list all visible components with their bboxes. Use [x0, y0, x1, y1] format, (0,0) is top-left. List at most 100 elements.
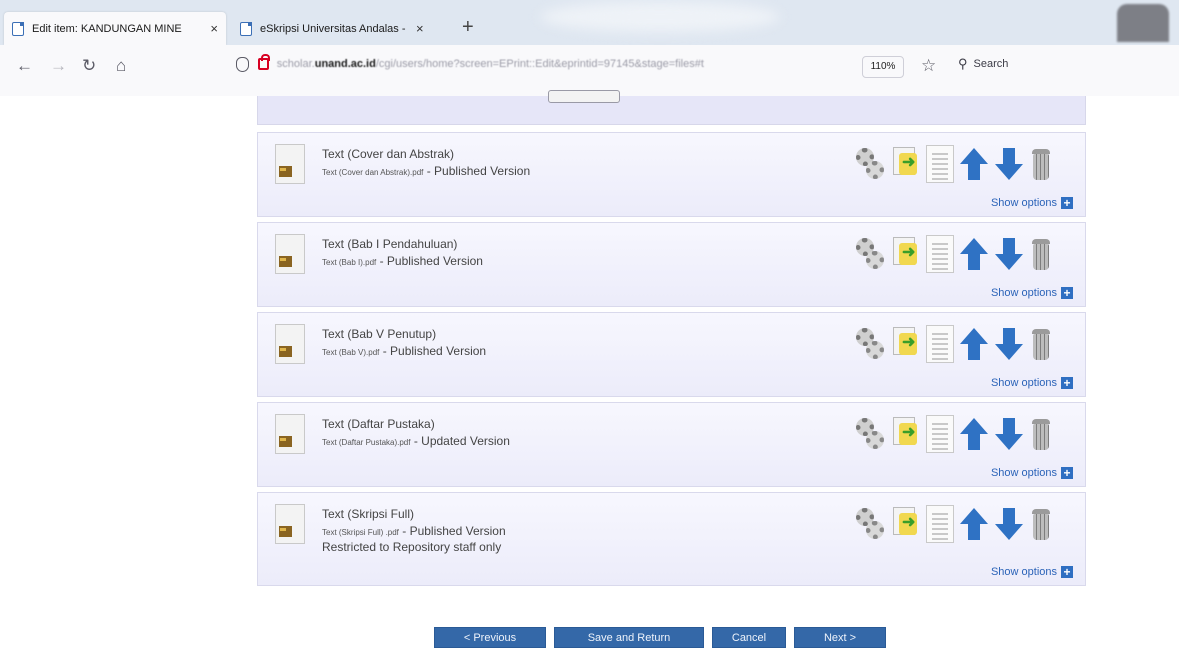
- file-info: Text (Cover dan Abstrak).pdf - Published…: [322, 164, 530, 178]
- trash-icon[interactable]: [1029, 325, 1053, 363]
- show-options-link[interactable]: Show options +: [991, 377, 1073, 389]
- previous-button[interactable]: < Previous: [434, 627, 546, 648]
- tab-eskripsi[interactable]: eSkripsi Universitas Andalas - ×: [232, 12, 448, 45]
- convert-icon[interactable]: ➜: [891, 415, 921, 453]
- close-icon[interactable]: ×: [416, 21, 424, 36]
- address-bar[interactable]: scholar.unand.ac.id/cgi/users/home?scree…: [224, 49, 860, 79]
- page-content: Text (Cover dan Abstrak) Text (Cover dan …: [0, 90, 1179, 648]
- file-actions: ➜: [854, 234, 1058, 274]
- back-arrow-icon[interactable]: ←: [16, 56, 33, 76]
- trash-icon[interactable]: [1029, 145, 1053, 183]
- arrow-down-icon[interactable]: [994, 505, 1024, 543]
- document-thumbnail-icon[interactable]: [275, 324, 305, 364]
- document-thumbnail-icon[interactable]: [275, 234, 305, 274]
- arrow-up-icon[interactable]: [959, 415, 989, 453]
- file-version: - Published Version: [379, 344, 487, 358]
- file-actions: ➜: [854, 324, 1058, 364]
- close-icon[interactable]: ×: [210, 21, 218, 36]
- plus-icon: +: [1061, 287, 1073, 299]
- file-panel: Text (Bab I Pendahuluan) Text (Bab I).pdf…: [257, 222, 1086, 307]
- url-domain: unand.ac.id: [314, 58, 376, 70]
- file-name-link[interactable]: Text (Bab V).pdf: [322, 348, 379, 357]
- arrow-up-icon[interactable]: [959, 235, 989, 273]
- insecure-lock-icon[interactable]: [257, 54, 270, 70]
- show-options-label: Show options: [990, 467, 1057, 479]
- profile-avatar[interactable]: [1117, 4, 1169, 42]
- arrow-up-icon[interactable]: [959, 505, 989, 543]
- convert-icon[interactable]: ➜: [891, 325, 921, 363]
- file-title: Text (Bab V Penutup): [322, 327, 437, 341]
- forward-arrow-icon[interactable]: →: [50, 56, 67, 76]
- zoom-indicator[interactable]: 110%: [862, 56, 904, 78]
- gear-icon[interactable]: [854, 325, 886, 363]
- file-name-link[interactable]: Text (Daftar Pustaka).pdf: [322, 438, 410, 447]
- file-version: - Published Version: [423, 164, 531, 178]
- details-document-icon[interactable]: [926, 145, 954, 183]
- bookmark-star-icon[interactable]: ☆: [921, 56, 936, 76]
- details-document-icon[interactable]: [926, 235, 954, 273]
- trash-icon[interactable]: [1029, 415, 1053, 453]
- page-icon: [240, 21, 252, 36]
- gear-icon[interactable]: [854, 235, 886, 273]
- details-document-icon[interactable]: [926, 415, 954, 453]
- arrow-down-icon[interactable]: [994, 235, 1024, 273]
- arrow-up-icon[interactable]: [959, 325, 989, 363]
- arrow-down-icon[interactable]: [994, 415, 1024, 453]
- arrow-down-icon[interactable]: [994, 145, 1024, 183]
- trash-icon[interactable]: [1029, 235, 1053, 273]
- convert-icon[interactable]: ➜: [891, 505, 921, 543]
- search-icon: ⚲: [958, 56, 968, 71]
- arrow-up-icon[interactable]: [959, 145, 989, 183]
- file-info: Text (Skripsi Full) .pdf - Published Ver…: [322, 524, 506, 538]
- details-document-icon[interactable]: [926, 505, 954, 543]
- details-document-icon[interactable]: [926, 325, 954, 363]
- new-tab-button[interactable]: +: [462, 17, 474, 37]
- file-info: Text (Bab V).pdf - Published Version: [322, 344, 486, 358]
- gear-icon[interactable]: [854, 505, 886, 543]
- file-name-link[interactable]: Text (Skripsi Full) .pdf: [322, 528, 399, 537]
- url-prefix: scholar.: [276, 58, 315, 70]
- file-panel: Text (Skripsi Full) Text (Skripsi Full) .…: [257, 492, 1086, 586]
- tab-title: Edit item: KANDUNGAN MINE: [32, 22, 182, 35]
- show-options-label: Show options: [990, 287, 1057, 299]
- file-name-link[interactable]: Text (Bab I).pdf: [322, 258, 376, 267]
- tab-edit-item[interactable]: Edit item: KANDUNGAN MINE ×: [4, 12, 226, 45]
- plus-icon: +: [1061, 566, 1073, 578]
- file-name-link[interactable]: Text (Cover dan Abstrak).pdf: [322, 168, 423, 177]
- cancel-button[interactable]: Cancel: [712, 627, 786, 648]
- next-button[interactable]: Next >: [794, 627, 886, 648]
- save-and-return-button[interactable]: Save and Return: [554, 627, 704, 648]
- convert-icon[interactable]: ➜: [891, 235, 921, 273]
- arrow-down-icon[interactable]: [994, 325, 1024, 363]
- gear-icon[interactable]: [854, 145, 886, 183]
- search-box[interactable]: ⚲ Search: [944, 49, 1179, 79]
- show-options-link[interactable]: Show options +: [991, 197, 1073, 209]
- plus-icon: +: [1061, 467, 1073, 479]
- url-path: /cgi/users/home?screen=EPrint::Edit&epri…: [375, 58, 704, 70]
- show-options-label: Show options: [990, 377, 1057, 389]
- shield-icon[interactable]: [236, 56, 249, 72]
- home-icon[interactable]: ⌂: [116, 56, 126, 76]
- file-info: Text (Bab I).pdf - Published Version: [322, 254, 483, 268]
- search-placeholder: Search: [973, 58, 1009, 70]
- file-title: Text (Skripsi Full): [322, 507, 415, 521]
- reload-icon[interactable]: ↻: [82, 56, 96, 76]
- show-options-link[interactable]: Show options +: [991, 467, 1073, 479]
- file-restriction-note: Restricted to Repository staff only: [322, 540, 502, 554]
- file-panel: Text (Bab V Penutup) Text (Bab V).pdf - P…: [257, 312, 1086, 397]
- trash-icon[interactable]: [1029, 505, 1053, 543]
- document-thumbnail-icon[interactable]: [275, 504, 305, 544]
- url-text[interactable]: scholar.unand.ac.id/cgi/users/home?scree…: [277, 58, 860, 70]
- file-title: Text (Daftar Pustaka): [322, 417, 435, 431]
- show-options-link[interactable]: Show options +: [991, 287, 1073, 299]
- file-title: Text (Cover dan Abstrak): [322, 147, 455, 161]
- document-thumbnail-icon[interactable]: [275, 144, 305, 184]
- document-thumbnail-icon[interactable]: [275, 414, 305, 454]
- browser-tab-bar: Edit item: KANDUNGAN MINE × eSkripsi Uni…: [0, 0, 1179, 45]
- show-options-link[interactable]: Show options +: [991, 566, 1073, 578]
- convert-icon[interactable]: ➜: [891, 145, 921, 183]
- gear-icon[interactable]: [854, 415, 886, 453]
- browse-button[interactable]: [548, 90, 620, 103]
- file-version: - Published Version: [376, 254, 483, 268]
- file-version: - Published Version: [398, 524, 506, 538]
